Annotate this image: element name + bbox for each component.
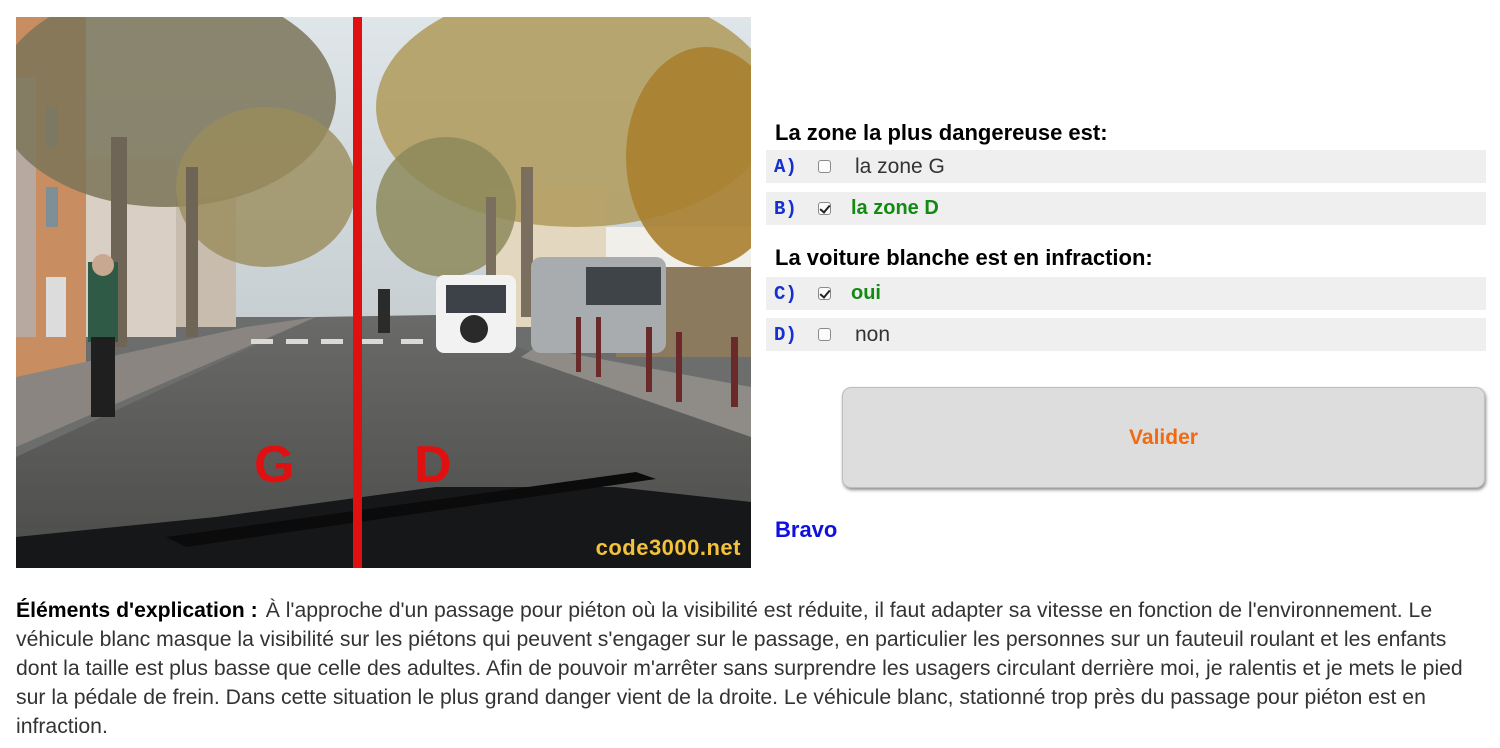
zone-d-label: D — [414, 436, 452, 494]
answer-c-text: oui — [851, 282, 881, 304]
answer-d-text: non — [855, 322, 891, 346]
question-2: La voiture blanche est en infraction: — [775, 245, 1153, 270]
answer-letter: B) — [774, 197, 797, 220]
zone-g-label: G — [254, 436, 295, 494]
explanation-title: Éléments d'explication : — [16, 599, 258, 622]
answer-letter: D) — [774, 323, 797, 346]
answer-a[interactable]: A) la zone G — [766, 150, 1486, 183]
answer-letter: C) — [774, 282, 797, 305]
answer-d[interactable]: D) non — [766, 318, 1486, 351]
explanation: Éléments d'explication :À l'approche d'u… — [16, 596, 1476, 741]
answer-d-checkbox[interactable] — [818, 328, 831, 341]
answer-b[interactable]: B) la zone D — [766, 192, 1486, 225]
validate-button[interactable]: Valider — [842, 387, 1485, 488]
question-1: La zone la plus dangereuse est: — [775, 120, 1108, 145]
answer-c[interactable]: C) oui — [766, 277, 1486, 310]
result-message: Bravo — [775, 517, 838, 542]
answer-b-checkbox[interactable] — [818, 202, 831, 215]
answer-letter: A) — [774, 155, 797, 178]
quiz-panel: La zone la plus dangereuse est: A) la zo… — [766, 0, 1486, 568]
answer-c-checkbox[interactable] — [818, 287, 831, 300]
watermark: code3000.net — [595, 535, 741, 560]
question-photo: G D code3000.net — [16, 17, 751, 568]
answer-a-text: la zone G — [855, 154, 945, 178]
answer-b-text: la zone D — [851, 197, 939, 219]
answer-a-checkbox[interactable] — [818, 160, 831, 173]
street-scene-image — [16, 17, 751, 568]
